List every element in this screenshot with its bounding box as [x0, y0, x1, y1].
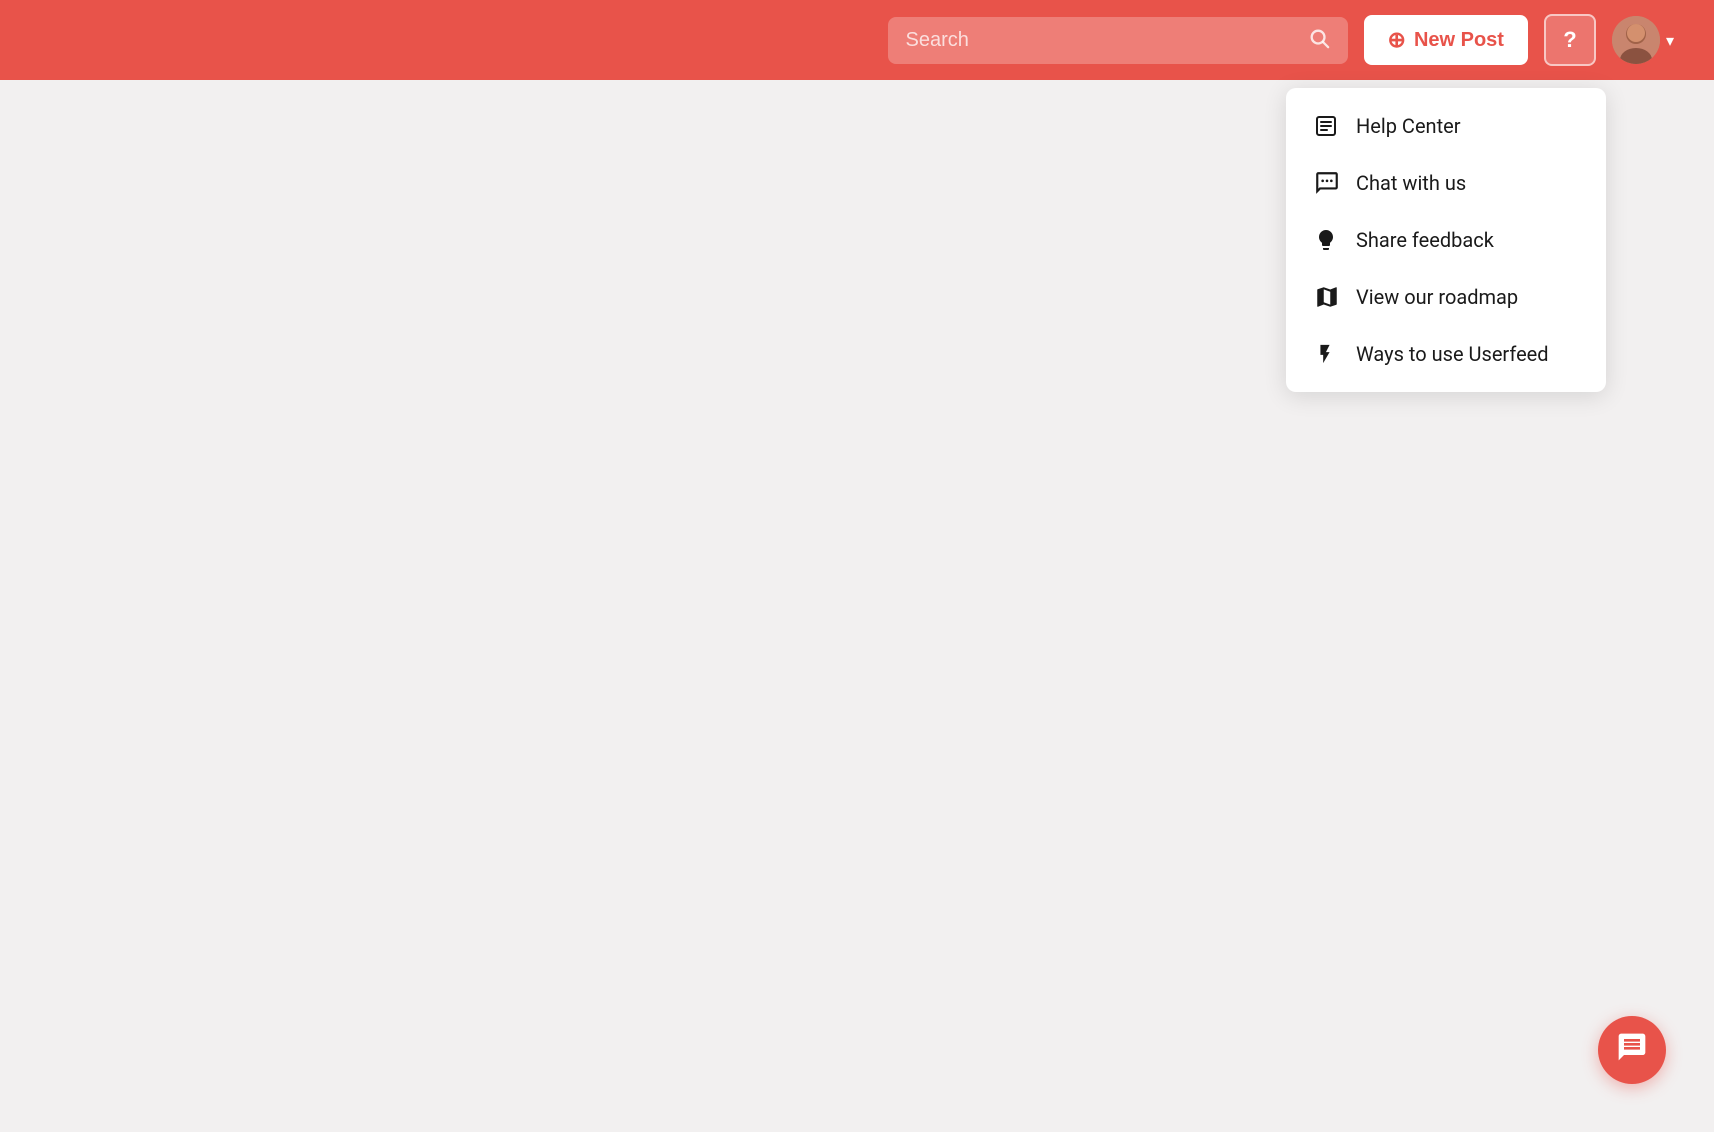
menu-item-help-center[interactable]: Help Center: [1286, 98, 1606, 154]
menu-item-view-roadmap[interactable]: View our roadmap: [1286, 268, 1606, 326]
help-button[interactable]: ?: [1544, 14, 1596, 66]
view-roadmap-label: View our roadmap: [1356, 285, 1518, 309]
chat-icon: [1314, 170, 1342, 196]
bolt-icon: [1314, 343, 1342, 365]
new-post-button[interactable]: ⊕ New Post: [1364, 15, 1528, 65]
search-input[interactable]: [906, 29, 1298, 52]
avatar: [1612, 16, 1660, 64]
avatar-wrapper[interactable]: ▾: [1612, 16, 1674, 64]
avatar-chevron-icon: ▾: [1666, 31, 1674, 50]
chat-with-us-label: Chat with us: [1356, 171, 1466, 195]
help-dropdown-menu: Help Center Chat with us Share feedback: [1286, 88, 1606, 392]
top-header: ⊕ New Post ? ▾: [0, 0, 1714, 80]
new-post-label: New Post: [1414, 29, 1504, 52]
ways-to-use-label: Ways to use Userfeed: [1356, 342, 1549, 366]
menu-item-ways-to-use[interactable]: Ways to use Userfeed: [1286, 326, 1606, 382]
chat-widget-button[interactable]: [1598, 1016, 1666, 1084]
help-center-label: Help Center: [1356, 114, 1461, 138]
chat-widget-icon: [1616, 1031, 1648, 1070]
plus-icon: ⊕: [1388, 27, 1406, 53]
menu-item-chat-with-us[interactable]: Chat with us: [1286, 154, 1606, 212]
help-center-icon: [1314, 114, 1342, 138]
feedback-icon: [1314, 228, 1342, 252]
search-icon: [1308, 27, 1330, 54]
share-feedback-label: Share feedback: [1356, 228, 1494, 252]
help-label: ?: [1563, 27, 1576, 53]
search-bar[interactable]: [888, 17, 1348, 64]
menu-item-share-feedback[interactable]: Share feedback: [1286, 212, 1606, 268]
roadmap-icon: [1314, 284, 1342, 310]
